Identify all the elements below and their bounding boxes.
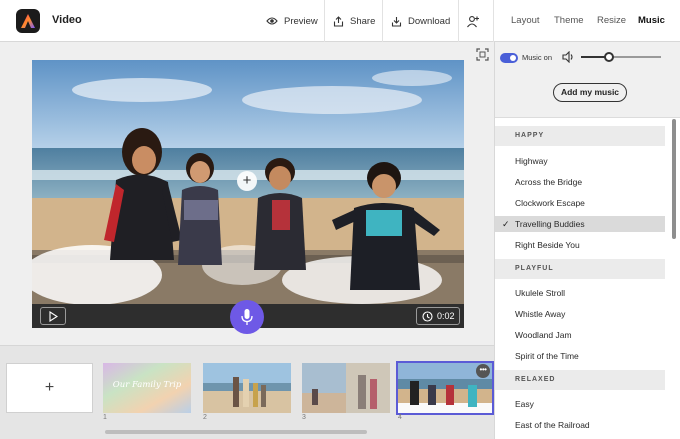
music-track-list: HAPPY Highway Across the Bridge Clockwor… (495, 126, 680, 439)
music-panel: Music on Add my music HAPPY Highway Acro… (494, 42, 680, 439)
track-item-selected[interactable]: ✓ Travelling Buddies (495, 216, 665, 232)
music-controls: Music on Add my music (495, 42, 680, 118)
track-item[interactable]: Across the Bridge (495, 174, 665, 190)
track-title: Travelling Buddies (515, 219, 585, 229)
category-header-playful: PLAYFUL (495, 259, 665, 279)
track-item[interactable]: Whistle Away (495, 306, 665, 322)
microphone-icon (241, 309, 253, 325)
track-item[interactable]: Right Beside You (495, 237, 665, 253)
category-header-happy: HAPPY (495, 126, 665, 146)
slide-number: 2 (203, 414, 207, 421)
slide-timeline: + Our Family Trip 1 2 3 4 ••• (0, 345, 494, 439)
add-slide-label: + (44, 379, 55, 396)
slide-number: 1 (103, 414, 107, 421)
music-list-scrollbar[interactable] (672, 119, 676, 239)
header-bar: Video Preview Share Download Layout Them… (0, 0, 680, 42)
music-toggle[interactable] (500, 53, 518, 63)
preview-button[interactable]: Preview (266, 0, 318, 42)
app-logo-icon[interactable] (16, 9, 40, 33)
add-person-icon (467, 15, 479, 27)
track-item[interactable]: Clockwork Escape (495, 195, 665, 211)
track-item[interactable]: Ukulele Stroll (495, 285, 665, 301)
invite-button[interactable] (466, 0, 486, 42)
category-header-relaxed: RELAXED (495, 370, 665, 390)
track-item[interactable]: Spirit of the Time (495, 348, 665, 364)
checkmark-icon: ✓ (502, 219, 510, 229)
record-voice-button[interactable] (230, 300, 264, 334)
slide-more-options-button[interactable]: ••• (476, 364, 490, 378)
header-divider (382, 0, 383, 42)
fullscreen-icon[interactable] (476, 48, 489, 61)
eye-icon (266, 17, 278, 25)
header-divider (493, 0, 494, 42)
slide-number: 3 (302, 414, 306, 421)
add-slide-button[interactable]: + (6, 363, 93, 413)
download-label: Download (408, 15, 451, 27)
share-label: Share (350, 15, 376, 27)
download-icon (391, 16, 402, 27)
timeline-scrollbar[interactable] (105, 430, 367, 434)
tab-music[interactable]: Music (638, 0, 665, 42)
slide-caption: Our Family Trip (112, 380, 182, 390)
slide-thumbnail-1[interactable]: Our Family Trip (103, 363, 191, 413)
plus-icon: + (242, 172, 252, 189)
track-item[interactable]: Easy (495, 396, 665, 412)
tab-resize[interactable]: Resize (597, 0, 626, 42)
add-my-music-button[interactable]: Add my music (553, 83, 627, 102)
tab-layout[interactable]: Layout (511, 0, 540, 42)
music-toggle-label: Music on (522, 53, 553, 62)
share-icon (333, 15, 344, 27)
clock-icon (422, 311, 433, 322)
play-icon (49, 311, 58, 322)
duration-value: 0:02 (437, 311, 455, 321)
slide-number: 4 (398, 414, 402, 421)
header-divider (458, 0, 459, 42)
header-divider (324, 0, 325, 42)
add-element-button[interactable]: + (237, 171, 257, 191)
preview-label: Preview (284, 15, 318, 27)
play-button[interactable] (40, 307, 66, 325)
duration-button[interactable]: 0:02 (416, 307, 460, 325)
slide-thumbnail-3[interactable] (302, 363, 390, 413)
tab-theme[interactable]: Theme (554, 0, 584, 42)
download-button[interactable]: Download (391, 0, 450, 42)
video-stage: + 0:02 (0, 42, 494, 345)
volume-icon (562, 51, 573, 63)
track-item[interactable]: Highway (495, 153, 665, 169)
share-button[interactable]: Share (333, 0, 375, 42)
slide-thumbnail-2[interactable] (203, 363, 291, 413)
document-title: Video (52, 14, 82, 26)
track-item[interactable]: East of the Railroad (495, 417, 665, 433)
track-item[interactable]: Woodland Jam (495, 327, 665, 343)
volume-slider-handle[interactable] (604, 52, 614, 62)
